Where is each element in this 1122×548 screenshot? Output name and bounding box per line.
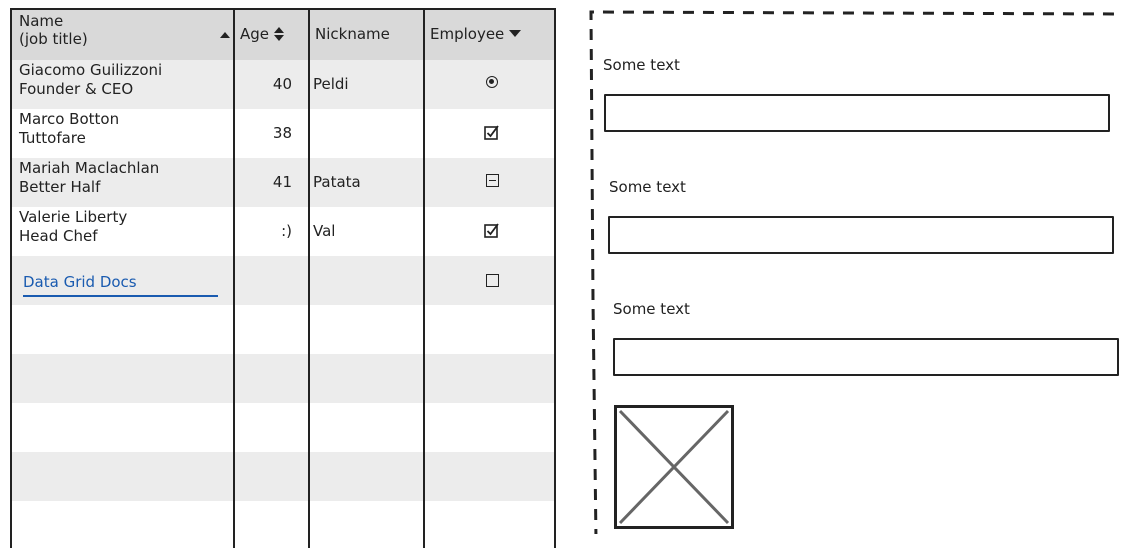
column-header-name-line2: (job title)	[19, 30, 88, 48]
text-input[interactable]	[604, 94, 1110, 132]
image-placeholder-icon	[614, 405, 734, 529]
column-divider	[423, 10, 425, 548]
text-input[interactable]	[613, 338, 1119, 376]
field-label: Some text	[613, 300, 690, 318]
sort-ascending-icon[interactable]	[220, 32, 230, 38]
column-header-age[interactable]: Age	[240, 25, 308, 75]
sort-updown-icon[interactable]	[273, 27, 284, 41]
dropdown-arrow-icon[interactable]	[509, 30, 522, 37]
dashed-panel-border	[589, 10, 1122, 534]
column-header-name-line1: Name	[19, 12, 64, 30]
column-header-nickname-label: Nickname	[315, 25, 390, 43]
column-header-name[interactable]: Name (job title)	[19, 12, 234, 62]
column-divider	[308, 10, 310, 548]
column-divider	[233, 10, 235, 548]
column-header-age-label: Age	[240, 25, 270, 43]
field-label: Some text	[603, 56, 680, 74]
column-header-nickname[interactable]: Nickname	[315, 25, 425, 75]
column-header-employee[interactable]: Employee	[430, 25, 554, 75]
field-label: Some text	[609, 178, 686, 196]
column-header-employee-label: Employee	[430, 25, 505, 43]
text-input[interactable]	[608, 216, 1114, 254]
